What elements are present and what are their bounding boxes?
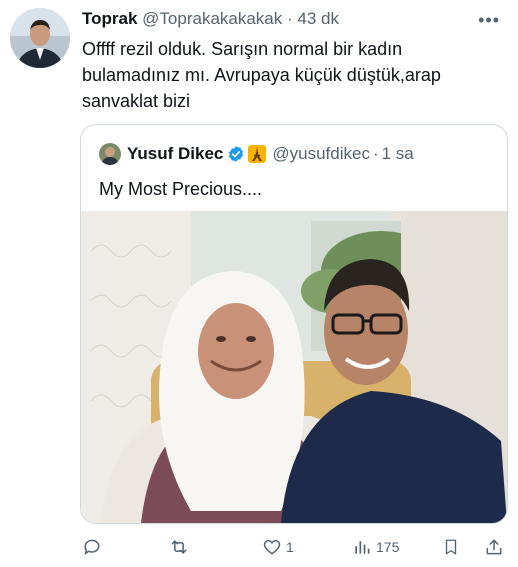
like-count: 1	[286, 539, 294, 555]
reply-icon	[84, 539, 100, 555]
action-bar: 1 175	[0, 532, 518, 562]
quoted-time-separator: ·	[372, 144, 379, 163]
tweet-text: Offff rezil olduk. Sarışın normal bir ka…	[82, 39, 441, 111]
quoted-author-name[interactable]: Yusuf Dikec	[127, 142, 223, 166]
quoted-header: Yusuf Dikec @yusufdikec · 1 sa	[127, 142, 414, 166]
time-separator: ·	[287, 9, 293, 28]
reply-button[interactable]	[82, 532, 106, 562]
retweet-icon	[171, 540, 187, 554]
quoted-tweet[interactable]: Yusuf Dikec @yusufdikec · 1 sa My Most P…	[80, 124, 508, 524]
retweet-button[interactable]	[168, 532, 194, 562]
share-icon	[486, 539, 502, 555]
quoted-tweet-text: My Most Precious....	[99, 179, 263, 199]
share-button[interactable]	[484, 532, 504, 562]
views-count: 175	[376, 539, 400, 555]
heart-icon	[263, 539, 281, 555]
quoted-tweet-time[interactable]: 1 sa	[382, 142, 414, 166]
verified-badge-icon	[227, 145, 245, 163]
author-name[interactable]: Toprak	[82, 9, 137, 28]
author-avatar[interactable]	[10, 8, 70, 68]
bookmark-icon	[445, 539, 457, 555]
quoted-author-avatar[interactable]	[99, 143, 121, 165]
views-button[interactable]: 175	[352, 532, 399, 562]
tweet-time[interactable]: 43 dk	[297, 9, 339, 28]
views-icon	[355, 541, 370, 554]
eiffel-tower-icon	[248, 145, 267, 163]
quoted-author-handle[interactable]: @yusufdikec	[272, 142, 370, 166]
like-button[interactable]: 1	[262, 532, 294, 562]
quoted-tweet-photo[interactable]	[81, 211, 507, 523]
author-handle[interactable]: @Toprakakakakak	[142, 9, 282, 28]
tweet-header: Toprak @Toprakakakakak · 43 dk	[82, 8, 339, 30]
more-options-icon[interactable]: •••	[478, 10, 500, 31]
bookmark-button[interactable]	[442, 532, 460, 562]
